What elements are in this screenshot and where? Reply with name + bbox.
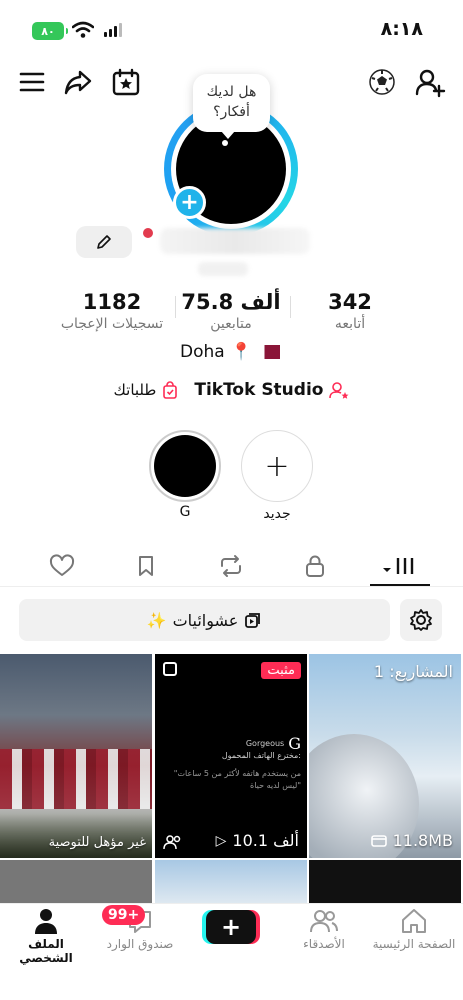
new-highlight-button[interactable]: +	[241, 430, 313, 502]
tab-videos[interactable]	[378, 548, 422, 584]
following-label: أتابعه	[334, 316, 366, 332]
bookmark-icon	[139, 556, 153, 576]
drafts-size: 11.8MB	[370, 831, 453, 850]
repost-icon	[221, 555, 241, 577]
tab-reposts[interactable]	[209, 548, 253, 584]
view-count: ▷ 10.1 ألف	[216, 831, 299, 850]
post-title: مخترع الهاتف المحمول:	[221, 751, 301, 760]
shopping-bag-icon	[163, 381, 178, 399]
grid-tile[interactable]	[155, 860, 307, 904]
nav-friends[interactable]: الأصدقاء	[278, 905, 370, 951]
team-photo-tile[interactable]: غير مؤهل للتوصية	[0, 654, 152, 858]
signal-icon	[104, 23, 122, 37]
shuffle-button[interactable]: ✨ عشوائيات	[19, 599, 390, 641]
highlight-g-label: G	[179, 504, 191, 520]
status-time: ٨:١٨	[380, 18, 423, 40]
following-count[interactable]: 342	[280, 290, 420, 314]
battery-icon: ٨٠	[32, 22, 68, 40]
likes-count[interactable]: 1182	[42, 290, 182, 314]
home-icon	[402, 909, 426, 933]
storage-icon	[370, 834, 387, 847]
studio-label: TikTok Studio	[194, 380, 324, 400]
wifi-icon	[72, 21, 94, 38]
drafts-tile[interactable]: المشاريع: 1 11.8MB	[309, 654, 461, 858]
create-button[interactable]: +	[206, 910, 256, 944]
sparkle-icon: ✨	[146, 610, 167, 630]
friends-icon	[310, 910, 338, 933]
share-icon[interactable]	[62, 66, 94, 98]
ideas-tooltip[interactable]: هل لديك أفكار؟	[193, 74, 270, 139]
play-icon: ▷	[215, 832, 227, 849]
grid-tile[interactable]	[0, 860, 152, 904]
highlight-g[interactable]	[149, 430, 221, 502]
followers-count[interactable]: 75.8 ألف	[161, 290, 301, 314]
profile-icon	[35, 909, 57, 934]
grid-tile[interactable]	[309, 860, 461, 904]
edit-profile-button[interactable]	[76, 226, 132, 258]
followers-label: متابعين	[210, 316, 252, 332]
grid-icon	[383, 558, 414, 574]
nav-inbox-label: صندوق الوارد	[106, 937, 174, 951]
drafts-label: المشاريع: 1	[373, 662, 453, 681]
soccer-ball-icon[interactable]	[366, 66, 398, 98]
inbox-badge: 99+	[102, 905, 146, 925]
bio-location: Doha 📍	[180, 342, 281, 362]
profile-links: طلباتك TikTok Studio	[0, 380, 463, 400]
new-highlight-label: جديد	[263, 506, 291, 522]
tab-private[interactable]	[293, 548, 337, 584]
add-friend-icon[interactable]	[414, 66, 446, 98]
orders-label: طلباتك	[113, 381, 157, 399]
add-avatar-button[interactable]: +	[173, 186, 206, 219]
pencil-icon	[97, 235, 111, 249]
nav-profile-label: الملف الشخصي	[19, 937, 73, 965]
heart-icon	[49, 554, 75, 576]
location-pin-icon: 📍	[230, 342, 252, 362]
shuffle-label: عشوائيات	[172, 610, 239, 630]
friends-only-icon	[163, 835, 181, 850]
calendar-star-icon[interactable]	[110, 66, 142, 98]
nav-profile[interactable]: الملف الشخصي	[0, 905, 92, 965]
multi-photo-icon	[163, 662, 177, 676]
pinned-badge: مثبت	[261, 662, 301, 679]
location-text: Doha	[180, 342, 225, 362]
view-count-value: 10.1 ألف	[232, 831, 299, 850]
likes-label: تسجيلات الإعجاب	[60, 316, 164, 332]
profile-username	[198, 262, 248, 276]
battery-level: ٨٠	[41, 24, 55, 38]
drafts-size-value: 11.8MB	[392, 831, 453, 850]
post-quote: "من يستخدم هاتفه لأكثر من 5 ساعات ليس لد…	[173, 769, 301, 790]
pin-icon	[143, 228, 153, 238]
not-eligible-label: غير مؤهل للتوصية	[48, 835, 146, 850]
qatar-flag-icon	[257, 345, 280, 359]
nav-home-label: الصفحة الرئيسية	[372, 937, 456, 951]
gear-icon	[410, 609, 432, 631]
post-preview: Gorgeous G مخترع الهاتف المحمول: "من يست…	[165, 736, 301, 792]
post-author: Gorgeous	[245, 739, 285, 748]
menu-icon[interactable]	[16, 66, 48, 98]
pinned-video-tile[interactable]: مثبت Gorgeous G مخترع الهاتف المحمول: "م…	[155, 654, 307, 858]
tab-liked[interactable]	[40, 548, 84, 584]
tab-favorites[interactable]	[124, 548, 168, 584]
profile-name	[160, 228, 310, 254]
settings-button[interactable]	[400, 599, 442, 641]
nav-friends-label: الأصدقاء	[303, 937, 345, 951]
nav-home[interactable]: الصفحة الرئيسية	[368, 905, 460, 951]
creator-icon	[329, 382, 349, 399]
collection-icon	[245, 613, 261, 628]
tiktok-studio-link[interactable]: TikTok Studio	[194, 380, 349, 400]
orders-link[interactable]: طلباتك	[114, 380, 179, 400]
lock-icon	[306, 555, 324, 577]
